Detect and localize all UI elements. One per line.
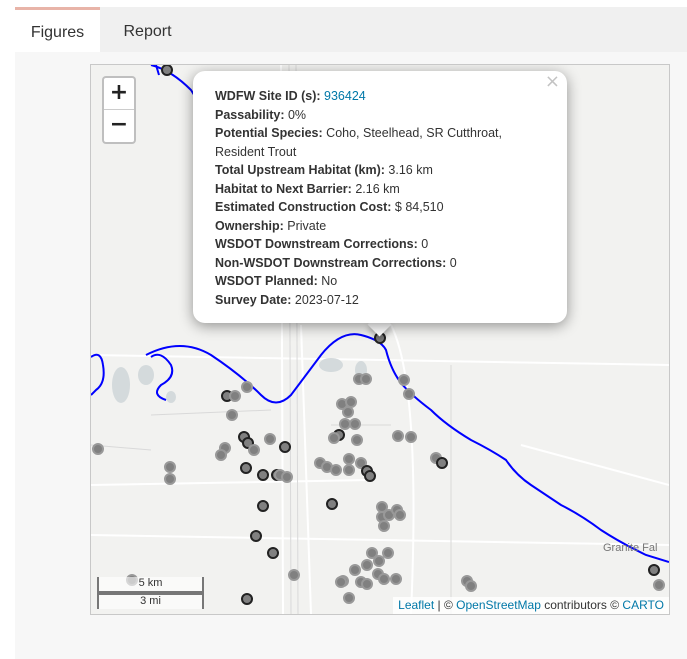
tab-report[interactable]: Report [110,7,185,52]
popup-row: WSDOT Downstream Corrections: 0 [215,235,545,254]
site-popup: × WDFW Site ID (s): 936424 Passability: … [193,71,567,323]
popup-label: Passability: [215,107,285,122]
popup-value: 0% [287,107,307,122]
zoom-out-button[interactable]: − [104,110,134,141]
attribution-contributors: contributors © [540,598,623,612]
popup-row: Survey Date: 2023-07-12 [215,291,545,310]
carto-link[interactable]: CARTO [622,598,664,612]
place-label-granite-falls: Granite Fal [603,542,658,554]
popup-label: WSDOT Downstream Corrections: [215,237,418,251]
popup-row: WSDOT Planned: No [215,272,545,291]
popup-label: Estimated Construction Cost: [215,200,392,214]
tab-figures[interactable]: Figures [15,7,100,52]
popup-value: 0 [449,255,457,270]
popup-value: 2.16 km [355,181,400,196]
popup-row: Ownership: Private [215,217,545,236]
popup-label: Survey Date: [215,292,292,307]
popup-row: Total Upstream Habitat (km): 3.16 km [215,161,545,180]
site-id-link[interactable]: 936424 [324,89,366,103]
popup-value: No [321,274,338,288]
zoom-control: + − [102,76,136,144]
popup-row: Non-WSDOT Downstream Corrections: 0 [215,254,545,273]
popup-label: Habitat to Next Barrier: [215,181,352,196]
popup-value: 2023-07-12 [294,292,359,307]
scale-mi: 3 mi [97,593,204,609]
popup-value: Private [287,218,327,233]
zoom-in-button[interactable]: + [104,78,134,110]
attribution-separator: | © [434,598,457,612]
popup-label: Non-WSDOT Downstream Corrections: [215,255,447,270]
popup-row: Estimated Construction Cost: $ 84,510 [215,198,545,217]
map-container[interactable]: Granite Fal + − 5 km 3 mi Leaflet | © Op… [90,64,670,615]
popup-row: Passability: 0% [215,106,545,125]
scale-bar: 5 km 3 mi [97,577,204,609]
popup-row: Habitat to Next Barrier: 2.16 km [215,180,545,199]
popup-close-button[interactable]: × [545,72,560,92]
map-attribution: Leaflet | © OpenStreetMap contributors ©… [393,597,669,614]
popup-label: WDFW Site ID (s): [215,89,321,103]
popup-value: 3.16 km [388,163,433,177]
tab-bar: Figures Report [15,7,687,52]
scale-km: 5 km [97,577,204,593]
popup-label: Potential Species: [215,126,323,140]
popup-value: 0 [421,237,429,251]
popup-label: Ownership: [215,218,284,233]
osm-link[interactable]: OpenStreetMap [456,598,541,612]
popup-label: Total Upstream Habitat (km): [215,163,385,177]
popup-row: Potential Species: Coho, Steelhead, SR C… [215,124,545,161]
popup-row-site-id: WDFW Site ID (s): 936424 [215,87,545,106]
popup-value: $ 84,510 [394,200,444,214]
leaflet-link[interactable]: Leaflet [398,598,434,612]
popup-label: WSDOT Planned: [215,274,318,288]
